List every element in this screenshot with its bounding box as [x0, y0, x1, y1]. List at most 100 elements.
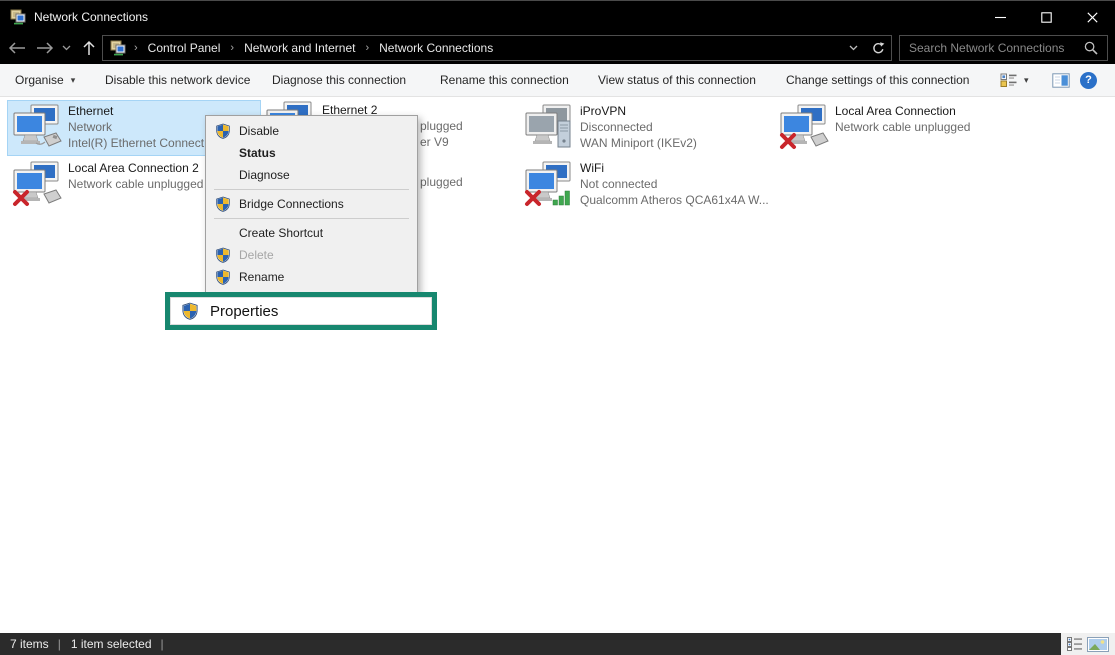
obscured-text-fragment: er V9	[420, 135, 449, 149]
details-view-button[interactable]	[1067, 637, 1082, 651]
thumbnails-view-icon	[1087, 637, 1109, 652]
selection-count: 1 item selected	[71, 637, 152, 651]
up-icon	[83, 40, 95, 56]
connection-name: Local Area Connection	[835, 103, 970, 119]
ethernet-unplugged-icon	[779, 104, 829, 150]
status-separator: |	[58, 637, 61, 651]
connection-name: Local Area Connection 2	[68, 160, 203, 176]
connection-item-local-area-connection[interactable]: Local Area Connection Network cable unpl…	[775, 101, 1027, 155]
chevron-down-icon: ▾	[1024, 76, 1029, 85]
uac-shield-icon	[215, 196, 231, 212]
menu-item-diagnose[interactable]: Diagnose	[206, 164, 417, 186]
connection-device: Intel(R) Ethernet Connect	[68, 135, 204, 151]
view-toggle-group	[1061, 633, 1115, 655]
items-count: 7 items	[10, 637, 49, 651]
uac-shield-icon	[181, 302, 199, 320]
minimize-icon	[995, 12, 1006, 23]
diagnose-connection-command[interactable]: Diagnose this connection	[272, 64, 406, 96]
forward-button[interactable]	[32, 32, 58, 64]
app-icon	[10, 9, 26, 25]
minimize-button[interactable]	[977, 1, 1023, 33]
details-view-icon	[1067, 637, 1082, 651]
view-status-command[interactable]: View status of this connection	[598, 64, 756, 96]
connection-device: WAN Miniport (IKEv2)	[580, 135, 697, 151]
menu-item-properties[interactable]: Properties	[170, 297, 432, 325]
forward-icon	[36, 42, 54, 54]
wifi-signal-icon	[553, 191, 570, 205]
connection-status: Network cable unplugged	[835, 119, 970, 135]
connection-status: Network	[68, 119, 204, 135]
ethernet-connection-icon	[12, 104, 62, 150]
chevron-down-icon	[62, 45, 71, 51]
obscured-text-fragment: plugged	[420, 119, 463, 133]
context-menu: Disable Status Diagnose Bridge Connectio…	[205, 115, 418, 295]
address-field[interactable]: › Control Panel › Network and Internet ›…	[102, 35, 892, 61]
search-input[interactable]	[900, 41, 1082, 55]
ethernet-unplugged-icon	[12, 161, 62, 207]
menu-item-disable[interactable]: Disable	[206, 120, 417, 142]
window-title: Network Connections	[34, 10, 148, 24]
views-icon	[1000, 72, 1017, 88]
vpn-connection-icon	[524, 104, 574, 150]
connection-status: Disconnected	[580, 119, 697, 135]
connection-item-wifi[interactable]: WiFi Not connected Qualcomm Atheros QCA6…	[520, 158, 772, 212]
uac-shield-icon	[215, 269, 231, 285]
command-toolbar: Organise▾ Disable this network device Di…	[0, 64, 1115, 97]
connection-status: Not connected	[580, 176, 769, 192]
title-bar: Network Connections	[0, 0, 1115, 32]
menu-item-delete: Delete	[206, 244, 417, 266]
change-settings-command[interactable]: Change settings of this connection	[786, 64, 969, 96]
thumbnails-view-button[interactable]	[1087, 637, 1109, 652]
breadcrumb-network-and-internet[interactable]: Network and Internet	[242, 41, 357, 55]
refresh-icon	[872, 42, 885, 55]
properties-highlight-box: Properties	[165, 292, 437, 330]
help-button[interactable]: ?	[1080, 64, 1097, 96]
back-icon	[8, 42, 26, 54]
uac-shield-icon	[215, 123, 231, 139]
chevron-down-icon	[849, 45, 858, 51]
back-button[interactable]	[4, 32, 30, 64]
breadcrumb-network-connections[interactable]: Network Connections	[377, 41, 495, 55]
refresh-button[interactable]	[865, 42, 891, 55]
views-button[interactable]: ▾	[1000, 64, 1029, 96]
breadcrumb-control-panel[interactable]: Control Panel	[146, 41, 223, 55]
wifi-connection-icon	[524, 161, 574, 207]
menu-item-status[interactable]: Status	[206, 142, 417, 164]
location-icon	[110, 40, 126, 56]
close-icon	[1087, 12, 1098, 23]
connection-name: iProVPN	[580, 103, 697, 119]
menu-separator	[214, 218, 409, 219]
breadcrumb-separator: ›	[126, 42, 146, 54]
uac-shield-icon	[215, 247, 231, 263]
connection-item-iprovpn[interactable]: iProVPN Disconnected WAN Miniport (IKEv2…	[520, 101, 772, 155]
preview-pane-icon	[1052, 73, 1070, 88]
chevron-down-icon: ▾	[71, 76, 76, 85]
status-bar: 7 items | 1 item selected |	[0, 633, 1115, 655]
maximize-button[interactable]	[1023, 1, 1069, 33]
menu-item-create-shortcut[interactable]: Create Shortcut	[206, 222, 417, 244]
address-bar: › Control Panel › Network and Internet ›…	[0, 32, 1115, 64]
disable-device-command[interactable]: Disable this network device	[105, 64, 250, 96]
help-icon: ?	[1080, 72, 1097, 89]
organise-button[interactable]: Organise▾	[15, 64, 75, 96]
status-separator: |	[161, 637, 164, 651]
close-button[interactable]	[1069, 1, 1115, 33]
menu-separator	[214, 189, 409, 190]
maximize-icon	[1041, 12, 1052, 23]
connection-name: WiFi	[580, 160, 769, 176]
obscured-text-fragment: plugged	[420, 175, 463, 189]
breadcrumb-separator: ›	[222, 42, 242, 54]
connection-device: Qualcomm Atheros QCA61x4A W...	[580, 192, 769, 208]
address-dropdown-button[interactable]	[841, 45, 865, 51]
connection-status: Network cable unplugged	[68, 176, 203, 192]
search-icon[interactable]	[1084, 41, 1098, 55]
search-box[interactable]	[899, 35, 1108, 61]
preview-pane-button[interactable]	[1052, 64, 1070, 96]
rename-connection-command[interactable]: Rename this connection	[440, 64, 569, 96]
recent-locations-button[interactable]	[58, 32, 74, 64]
connection-name: Ethernet	[68, 103, 204, 119]
up-button[interactable]	[76, 32, 102, 64]
breadcrumb-separator: ›	[357, 42, 377, 54]
menu-item-rename[interactable]: Rename	[206, 266, 417, 288]
menu-item-bridge-connections[interactable]: Bridge Connections	[206, 193, 417, 215]
